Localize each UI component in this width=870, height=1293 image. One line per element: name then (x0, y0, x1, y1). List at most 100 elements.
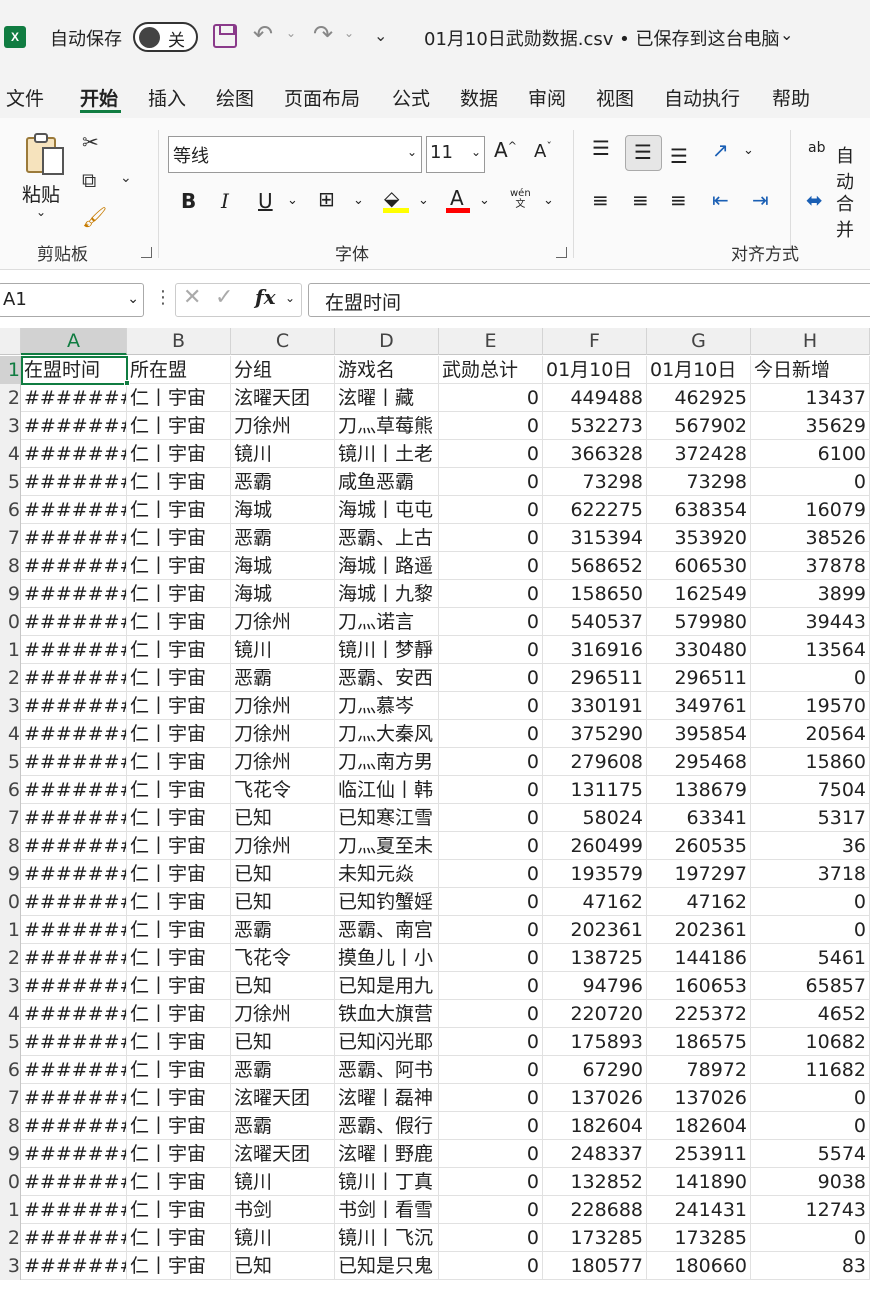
cell[interactable]: 0 (439, 748, 543, 776)
row-header[interactable]: 0 (0, 1168, 21, 1196)
cell[interactable]: 158650 (543, 580, 647, 608)
cell[interactable]: 0 (439, 552, 543, 580)
cell[interactable]: 0 (751, 664, 870, 692)
cell[interactable]: 仁丨宇宙 (127, 720, 231, 748)
cell[interactable]: 海城丨九黎 (335, 580, 439, 608)
header-cell[interactable]: 武勋总计 (439, 356, 543, 384)
cell[interactable]: ####### (21, 608, 127, 636)
undo-icon[interactable]: ↶ (253, 20, 273, 48)
select-all-corner[interactable] (0, 328, 21, 355)
cell[interactable]: 16079 (751, 496, 870, 524)
cell[interactable]: 260535 (647, 832, 751, 860)
cell[interactable]: 3899 (751, 580, 870, 608)
tab-view[interactable]: 视图 (596, 84, 634, 111)
row-header[interactable]: 5 (0, 468, 21, 496)
cell[interactable]: ####### (21, 1168, 127, 1196)
paste-dropdown-icon[interactable]: ⌄ (36, 205, 46, 219)
cell[interactable]: 3718 (751, 860, 870, 888)
row-header[interactable]: 3 (0, 412, 21, 440)
cell[interactable]: ####### (21, 748, 127, 776)
cell[interactable]: 241431 (647, 1196, 751, 1224)
cell[interactable]: 38526 (751, 524, 870, 552)
cell[interactable]: 532273 (543, 412, 647, 440)
borders-dropdown-icon[interactable]: ⌄ (353, 193, 364, 208)
cell[interactable]: 0 (439, 720, 543, 748)
cell[interactable]: 已知是只鬼 (335, 1252, 439, 1280)
cell[interactable]: 泫曜天团 (231, 1084, 335, 1112)
cell[interactable]: 0 (439, 496, 543, 524)
redo-dropdown-icon[interactable]: ⌄ (344, 26, 354, 40)
cell[interactable]: 6100 (751, 440, 870, 468)
cell[interactable]: 海城丨路遥 (335, 552, 439, 580)
insert-function-icon[interactable]: fx (255, 285, 276, 309)
cell[interactable]: 137026 (543, 1084, 647, 1112)
cell[interactable]: ####### (21, 580, 127, 608)
header-cell[interactable]: 今日新增 (751, 356, 870, 384)
cell[interactable]: 0 (439, 1028, 543, 1056)
cell[interactable]: 220720 (543, 1000, 647, 1028)
cell[interactable]: ####### (21, 1112, 127, 1140)
cell[interactable]: 恶霸 (231, 468, 335, 496)
cell[interactable]: 镜川 (231, 440, 335, 468)
cell[interactable]: 0 (439, 804, 543, 832)
cell[interactable]: 47162 (543, 888, 647, 916)
cell[interactable]: 书剑丨看雪 (335, 1196, 439, 1224)
cell[interactable]: 638354 (647, 496, 751, 524)
underline-button[interactable]: U (258, 189, 273, 213)
cell[interactable]: ####### (21, 524, 127, 552)
wrap-text-icon[interactable]: ab (808, 140, 825, 156)
row-header[interactable]: 1 (0, 636, 21, 664)
cancel-icon[interactable]: ✕ (183, 285, 201, 310)
cell[interactable]: 恶霸 (231, 1112, 335, 1140)
cell[interactable]: ####### (21, 1140, 127, 1168)
cell[interactable]: 622275 (543, 496, 647, 524)
cell[interactable]: 刀徐州 (231, 692, 335, 720)
cell[interactable]: 296511 (543, 664, 647, 692)
tab-data[interactable]: 数据 (460, 84, 498, 111)
cell[interactable]: 镜川 (231, 1168, 335, 1196)
cell[interactable]: ####### (21, 972, 127, 1000)
cell[interactable]: 83 (751, 1252, 870, 1280)
cell[interactable]: 349761 (647, 692, 751, 720)
row-header[interactable]: 7 (0, 804, 21, 832)
more-options-icon[interactable]: ⋮ (154, 287, 172, 308)
cell[interactable]: 20564 (751, 720, 870, 748)
cell[interactable]: 仁丨宇宙 (127, 608, 231, 636)
cell[interactable]: 0 (439, 776, 543, 804)
align-center-icon[interactable]: ≡ (632, 188, 649, 212)
tab-file[interactable]: 文件 (6, 84, 44, 111)
tab-review[interactable]: 审阅 (528, 84, 566, 111)
row-header[interactable]: 6 (0, 776, 21, 804)
underline-dropdown-icon[interactable]: ⌄ (287, 193, 298, 208)
cell[interactable]: 泫曜天团 (231, 384, 335, 412)
cell[interactable]: 162549 (647, 580, 751, 608)
cell[interactable]: 刀灬南方男 (335, 748, 439, 776)
cell[interactable]: 9038 (751, 1168, 870, 1196)
cell[interactable]: 仁丨宇宙 (127, 636, 231, 664)
cell[interactable]: 0 (439, 1112, 543, 1140)
row-header[interactable]: 2 (0, 384, 21, 412)
cell[interactable]: 铁血大旗营 (335, 1000, 439, 1028)
cell[interactable]: 海城 (231, 580, 335, 608)
cell[interactable]: 295468 (647, 748, 751, 776)
clipboard-launcher-icon[interactable] (141, 247, 152, 258)
row-header[interactable]: 8 (0, 1112, 21, 1140)
cell[interactable]: 19570 (751, 692, 870, 720)
cell[interactable]: 173285 (647, 1224, 751, 1252)
row-header[interactable]: 4 (0, 1000, 21, 1028)
cell[interactable]: 仁丨宇宙 (127, 1224, 231, 1252)
cell[interactable]: 已知 (231, 972, 335, 1000)
cell[interactable]: 138679 (647, 776, 751, 804)
align-left-icon[interactable]: ≡ (592, 188, 609, 212)
cell[interactable]: ####### (21, 804, 127, 832)
cell[interactable]: 0 (439, 524, 543, 552)
document-title[interactable]: 01月10日武勋数据.csv • 已保存到这台电脑 (424, 25, 780, 51)
cell[interactable]: 202361 (543, 916, 647, 944)
font-color-icon[interactable]: A (450, 186, 464, 210)
cell[interactable]: 刀徐州 (231, 748, 335, 776)
cell[interactable]: ####### (21, 440, 127, 468)
row-header[interactable]: 1 (0, 356, 21, 384)
cell[interactable]: 仁丨宇宙 (127, 468, 231, 496)
row-header[interactable]: 5 (0, 748, 21, 776)
cell[interactable]: ####### (21, 776, 127, 804)
